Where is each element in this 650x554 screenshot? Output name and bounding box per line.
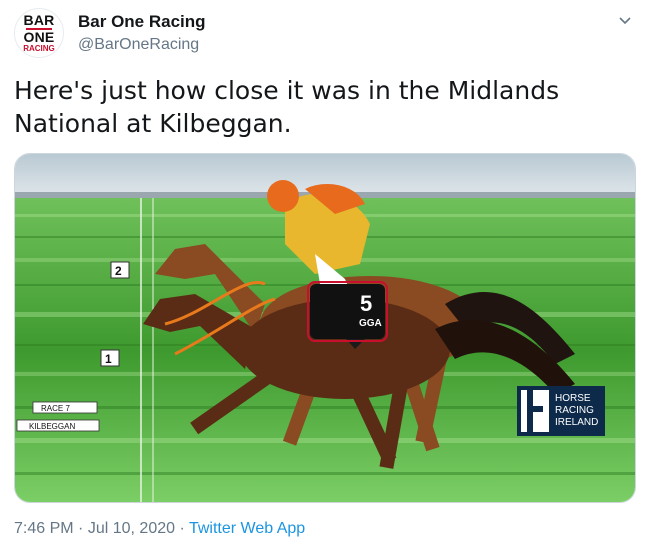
tweet-source-link[interactable]: Twitter Web App bbox=[189, 520, 305, 537]
logo-text-line1: HORSE bbox=[555, 393, 591, 404]
account-handle[interactable]: @BarOneRacing bbox=[78, 36, 206, 54]
avatar-text-line3: RACING bbox=[23, 44, 55, 53]
tweet-text: Here's just how close it was in the Midl… bbox=[14, 76, 560, 138]
race-label: RACE 7 bbox=[41, 404, 70, 413]
photo-finish-image: 5 GGA 2 1 RACE 7 KILBEGGAN HORSE RACING … bbox=[15, 154, 635, 502]
marker-first: 1 bbox=[105, 352, 112, 366]
avatar-text-line1: BAR bbox=[23, 12, 55, 28]
meta-separator: · bbox=[179, 520, 185, 537]
logo-text-line2: RACING bbox=[555, 405, 594, 416]
tweet-meta: 7:46 PM · Jul 10, 2020 · Twitter Web App bbox=[14, 520, 305, 538]
avatar-text-line2: ONE bbox=[23, 29, 55, 45]
chevron-down-icon[interactable] bbox=[618, 14, 632, 28]
tweet-header: BAR ONE RACING Bar One Racing @BarOneRac… bbox=[14, 6, 636, 58]
account-names: Bar One Racing @BarOneRacing bbox=[78, 12, 206, 54]
saddle-cloth-number: 5 bbox=[360, 291, 372, 316]
course-label: KILBEGGAN bbox=[29, 422, 75, 431]
logo-text-line3: IRELAND bbox=[555, 417, 598, 428]
horse-racing-ireland-logo: HORSE RACING IRELAND bbox=[517, 386, 605, 436]
tweet-photo[interactable]: 5 GGA 2 1 RACE 7 KILBEGGAN HORSE RACING … bbox=[14, 153, 636, 503]
saddle-cloth-text: GGA bbox=[359, 318, 382, 329]
avatar[interactable]: BAR ONE RACING bbox=[14, 8, 64, 58]
display-name[interactable]: Bar One Racing bbox=[78, 12, 206, 32]
tweet-date[interactable]: Jul 10, 2020 bbox=[88, 520, 175, 537]
marker-second: 2 bbox=[115, 264, 122, 278]
tweet-time[interactable]: 7:46 PM bbox=[14, 520, 74, 537]
meta-separator: · bbox=[78, 520, 84, 537]
